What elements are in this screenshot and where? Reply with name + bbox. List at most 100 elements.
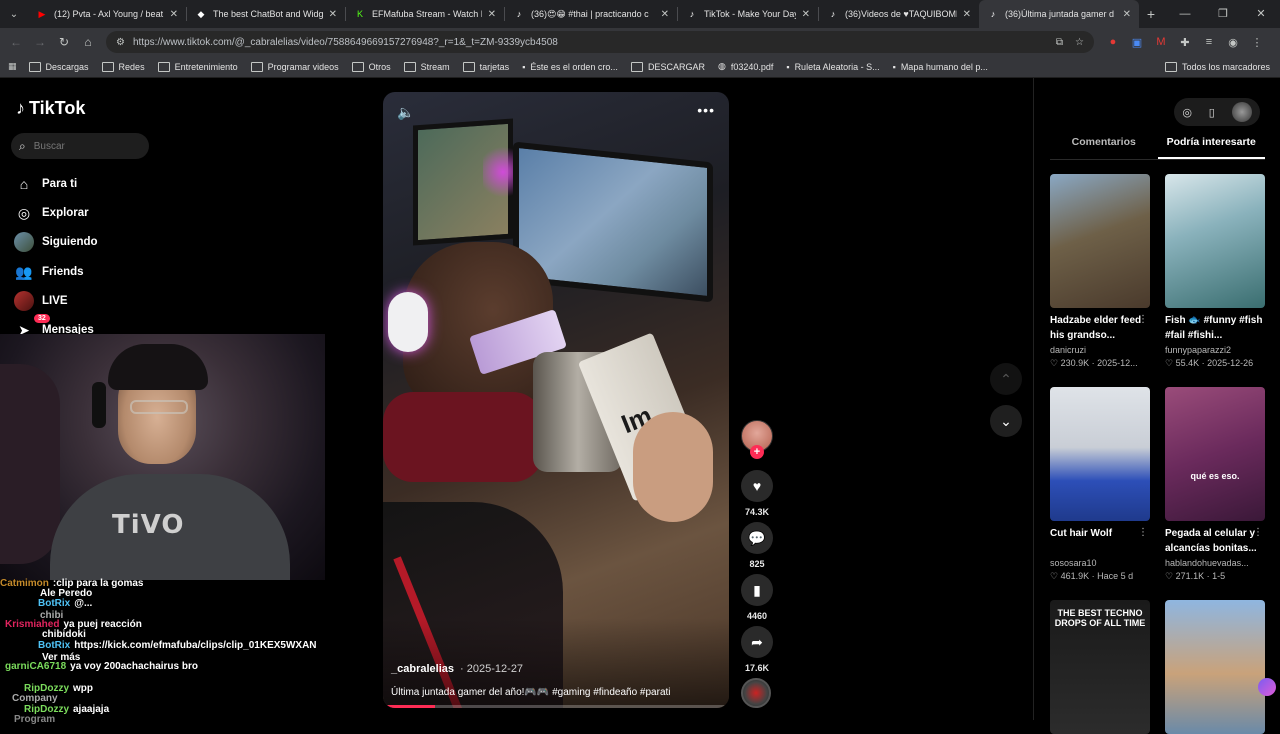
music-disc-icon[interactable]	[741, 678, 771, 708]
new-tab-button[interactable]: +	[1139, 6, 1163, 22]
bookmark-item[interactable]: Stream	[403, 61, 450, 72]
more-options-icon[interactable]: •••	[697, 102, 715, 118]
next-video-button[interactable]: ⌄	[990, 405, 1022, 437]
all-bookmarks-folder[interactable]: Todos los marcadores	[1164, 61, 1270, 72]
avatar	[14, 232, 34, 252]
coin-icon[interactable]: ◎	[1182, 106, 1192, 119]
card-author[interactable]: funnypaparazzi2	[1165, 345, 1265, 355]
bookmark-item[interactable]: Programar videos	[250, 61, 339, 72]
card-thumbnail[interactable]	[1165, 174, 1265, 308]
bookmark-item[interactable]: Entretenimiento	[157, 61, 238, 72]
profile-icon[interactable]: ◉	[1226, 36, 1240, 49]
tab-podría-interesarte[interactable]: Podría interesarte	[1157, 136, 1265, 159]
install-app-icon[interactable]: ⧉	[1056, 37, 1063, 48]
close-window-icon[interactable]: ✕	[1242, 0, 1280, 28]
tab-comentarios[interactable]: Comentarios	[1050, 136, 1158, 159]
card-more-icon[interactable]: ⋮	[1138, 527, 1148, 538]
browser-tab[interactable]: ♪ TikTok - Make Your Day ✕	[678, 0, 818, 28]
recommended-video-card[interactable]: qué es eso. Pegada al celular y alcancía…	[1165, 387, 1265, 582]
bookmark-item[interactable]: ◍ f03240.pdf	[718, 61, 773, 72]
card-more-icon[interactable]: ⋮	[1138, 314, 1148, 325]
avatar[interactable]	[1231, 102, 1252, 122]
volume-icon[interactable]: 🔈	[397, 104, 414, 121]
browser-tab[interactable]: ♪ (36)😍😁 #thai | practicando c ✕	[505, 0, 677, 28]
card-author[interactable]: hablandohuevadas...	[1165, 558, 1265, 568]
restore-icon[interactable]: ❐	[1204, 0, 1242, 28]
sidebar-item-para-ti[interactable]: ⌂ Para ti	[14, 174, 77, 194]
tab-close-icon[interactable]: ✕	[329, 9, 337, 20]
url-bar[interactable]: ⚙ https://www.tiktok.com/@_cabralelias/v…	[106, 31, 1094, 53]
card-thumbnail[interactable]	[1165, 600, 1265, 734]
recommended-video-card[interactable]: Cut hair Wolf sososara10 ♡ 461.9K · Hace…	[1050, 387, 1150, 582]
card-more-icon[interactable]: ⋮	[1253, 314, 1263, 325]
save-count: 4460	[746, 611, 768, 621]
extension-translate-icon[interactable]: ▣	[1130, 36, 1144, 49]
chevron-down-icon: ⌄	[1000, 412, 1012, 429]
sidebar-item-explorar[interactable]: ◎ Explorar	[14, 203, 89, 223]
device-icon[interactable]: ▯	[1209, 106, 1215, 119]
bookmark-item[interactable]: Descargas	[28, 61, 89, 72]
bookmark-item[interactable]: ▪ Éste es el orden cro...	[522, 62, 618, 72]
card-author[interactable]: sososara10	[1050, 558, 1150, 568]
browser-tab[interactable]: ♪ (36)Última juntada gamer d ✕	[979, 0, 1139, 28]
comment-button[interactable]: 💬	[741, 522, 773, 554]
tab-close-icon[interactable]: ✕	[802, 9, 810, 20]
bookmark-icon: ▮	[753, 581, 761, 598]
floating-assistant-icon[interactable]	[1258, 678, 1276, 696]
bookmark-item[interactable]: tarjetas	[462, 61, 509, 72]
bookmark-item[interactable]: Redes	[101, 61, 145, 72]
video-player[interactable]: Im 🔈 ••• _cabralelias · 2025-12-27 Últim…	[383, 92, 729, 708]
card-thumbnail[interactable]	[1050, 174, 1150, 308]
tab-close-icon[interactable]: ✕	[488, 9, 496, 20]
tab-close-icon[interactable]: ✕	[963, 9, 971, 20]
sidebar-item-live[interactable]: LIVE	[14, 291, 68, 311]
site-info-icon[interactable]: ⚙	[116, 37, 125, 48]
home-icon[interactable]: ⌂	[76, 35, 100, 49]
card-more-icon[interactable]: ⋮	[1253, 527, 1263, 538]
extension-m-icon[interactable]: M	[1154, 36, 1168, 48]
recommended-video-card[interactable]: Fish 🐟 #funny #fish #fail #fishi... funn…	[1165, 174, 1265, 369]
search-input[interactable]: ⌕ Buscar	[11, 133, 149, 159]
video-progress-bar[interactable]	[383, 705, 729, 708]
card-thumbnail[interactable]	[1050, 387, 1150, 521]
bookmark-item[interactable]: Otros	[351, 61, 391, 72]
browser-tab[interactable]: ▶ (12) Pvta - Axl Young / beat by ✕	[28, 0, 186, 28]
browser-menu-icon[interactable]: ⋮	[1250, 36, 1264, 49]
bookmark-item[interactable]: DESCARGAR	[630, 61, 705, 72]
extension-red-icon[interactable]: ●	[1106, 36, 1120, 48]
recommended-video-card[interactable]: THE BEST TECHNO DROPS OF ALL TIME	[1050, 600, 1150, 734]
card-thumbnail[interactable]: THE BEST TECHNO DROPS OF ALL TIME	[1050, 600, 1150, 734]
bookmark-star-icon[interactable]: ☆	[1075, 37, 1084, 48]
tab-close-icon[interactable]: ✕	[1123, 9, 1131, 20]
recommended-video-card[interactable]	[1165, 600, 1265, 734]
tab-search-icon[interactable]: ⌄	[0, 0, 28, 28]
video-author[interactable]: _cabralelias · 2025-12-27	[391, 663, 523, 675]
browser-tab[interactable]: ♪ (36)Videos de ♥TAQUIBOMBO ✕	[819, 0, 979, 28]
media-controls-icon[interactable]: ≡	[1202, 36, 1216, 48]
minimize-icon[interactable]: —	[1166, 0, 1204, 28]
message-count-badge: 32	[34, 314, 50, 323]
apps-grid-icon[interactable]: ▦	[8, 61, 17, 72]
sidebar-item-friends[interactable]: 👥 Friends	[14, 262, 83, 282]
save-button[interactable]: ▮	[741, 574, 773, 606]
reload-icon[interactable]: ↻	[52, 35, 76, 49]
sidebar-item-siguiendo[interactable]: Siguiendo	[14, 232, 98, 252]
bookmark-item[interactable]: ▪ Ruleta Aleatoria - S...	[786, 62, 879, 72]
bookmark-item[interactable]: ▪ Mapa humano del p...	[893, 62, 988, 72]
previous-video-button[interactable]: ⌃	[990, 363, 1022, 395]
follow-plus-icon[interactable]: +	[750, 445, 764, 459]
card-thumbnail[interactable]: qué es eso.	[1165, 387, 1265, 521]
tab-close-icon[interactable]: ✕	[661, 9, 669, 20]
like-button[interactable]: ♥	[741, 470, 773, 502]
share-button[interactable]: ➦	[741, 626, 773, 658]
card-author[interactable]: danicruzi	[1050, 345, 1150, 355]
back-icon[interactable]: ←	[4, 35, 28, 49]
recommended-video-card[interactable]: Hadzabe elder feed his grandso... danicr…	[1050, 174, 1150, 369]
tiktok-logo[interactable]: ♪ TikTok	[16, 98, 85, 119]
tab-close-icon[interactable]: ✕	[170, 9, 178, 20]
extensions-puzzle-icon[interactable]: ✚	[1178, 36, 1192, 49]
forward-icon[interactable]: →	[28, 35, 52, 49]
browser-tab[interactable]: ◆ The best ChatBot and Widgets ✕	[187, 0, 345, 28]
folder-icon	[630, 61, 643, 72]
browser-tab[interactable]: K EFMafuba Stream - Watch Live ✕	[346, 0, 504, 28]
